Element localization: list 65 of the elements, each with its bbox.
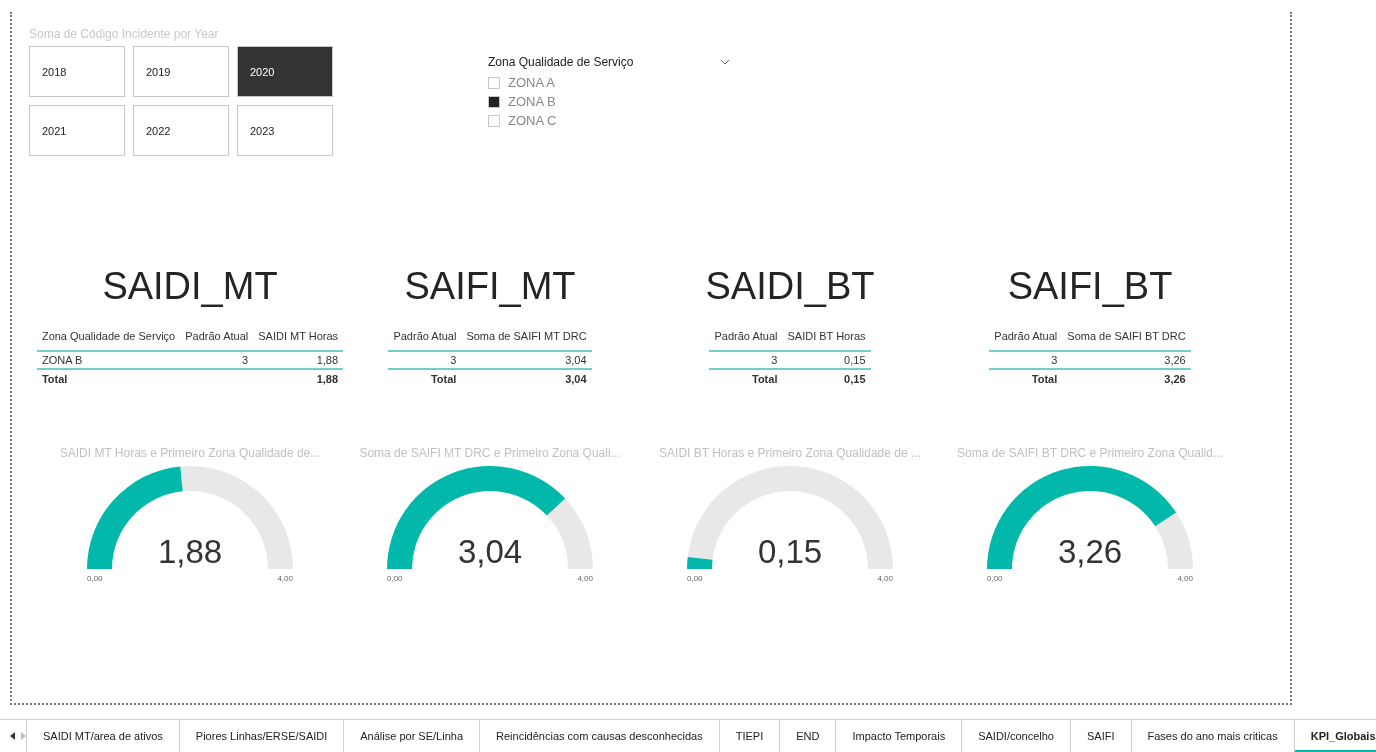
zone-label: ZONA C [508, 113, 557, 128]
gauge-title: Soma de SAIFI MT DRC e Primeiro Zona Quali... [359, 446, 621, 460]
table-cell: 3 [388, 351, 462, 369]
total-label: Total [1031, 373, 1058, 385]
gauge-min-label: 0,00 [687, 574, 703, 583]
total-label: Total [41, 373, 68, 385]
year-tile[interactable]: 2018 [29, 46, 125, 97]
gauge-title: Soma de SAIFI BT DRC e Primeiro Zona Qualid... [957, 446, 1223, 460]
zone-label: ZONA B [508, 94, 556, 109]
year-tile[interactable]: 2019 [133, 46, 229, 97]
gauge-title: SAIDI BT Horas e Primeiro Zona Qualidade de ... [659, 446, 921, 460]
table-cell: 3 [709, 351, 783, 369]
column-header: SAIDI MT Horas [253, 326, 344, 351]
gauge-value: 3,26 [1057, 535, 1123, 568]
gauge-min-label: 0,00 [387, 574, 403, 583]
gauge-max-label: 4,00 [877, 574, 893, 583]
column-header: Soma de SAIFI MT DRC [461, 326, 592, 351]
year-tile[interactable]: 2020 [237, 46, 333, 97]
gauge-min-label: 0,00 [87, 574, 103, 583]
year-tile[interactable]: 2023 [237, 105, 333, 156]
gauge-min-label: 0,00 [987, 574, 1003, 583]
table-cell: 1,88 [253, 351, 344, 369]
gauge-max-label: 4,00 [1177, 574, 1193, 583]
previous-icon[interactable] [10, 732, 15, 740]
column-header: SAIDI BT Horas [782, 326, 871, 351]
slicer-title: Zona Qualidade de Serviço [488, 55, 634, 69]
gauge-value: 1,88 [157, 535, 223, 568]
table-cell: ZONA B [36, 351, 181, 369]
total-label: Total [430, 373, 457, 385]
total-value: 1,88 [316, 373, 339, 385]
total-value: 0,15 [844, 373, 866, 385]
checkbox[interactable] [488, 76, 500, 89]
table-cell: 0,15 [782, 351, 871, 369]
kpi-title: SAIFI_BT [1007, 264, 1173, 309]
checkbox[interactable] [488, 114, 500, 127]
total-value: 3,04 [565, 373, 587, 385]
checkbox[interactable] [488, 95, 500, 108]
year-tile[interactable]: 2021 [29, 105, 125, 156]
table-cell: 3 [180, 351, 254, 369]
column-header: Zona Qualidade de Serviço [36, 326, 181, 351]
gauge-max-label: 4,00 [277, 574, 293, 583]
table-cell: 3 [989, 351, 1063, 369]
total-label: Total [752, 373, 778, 385]
chevron-down-icon[interactable] [720, 59, 730, 65]
page-tab[interactable]: KPI_Globais [1293, 720, 1376, 752]
column-header: Padrão Atual [388, 326, 462, 351]
gauge-max-label: 4,00 [577, 574, 593, 583]
gauge-title: SAIDI MT Horas e Primeiro Zona Qualidade de... [59, 446, 321, 460]
gauge-track [1155, 512, 1193, 569]
gauge-track [546, 498, 593, 569]
table-cell: 3,26 [1062, 351, 1191, 369]
column-header: Padrão Atual [989, 326, 1063, 351]
year-tile[interactable]: 2022 [133, 105, 229, 156]
table-cell: 3,04 [461, 351, 592, 369]
total-value: 3,26 [1164, 373, 1186, 385]
column-header: Padrão Atual [709, 326, 783, 351]
column-header: Padrão Atual [180, 326, 254, 351]
zone-label: ZONA A [508, 75, 555, 90]
gauge-fill [687, 556, 713, 569]
kpi-title: SAIDI_MT [102, 264, 278, 309]
gauge-value: 0,15 [757, 535, 823, 568]
gauge-value: 3,04 [457, 535, 523, 568]
kpi-title: SAIDI_BT [705, 264, 875, 309]
column-header: Soma de SAIFI BT DRC [1062, 326, 1191, 351]
kpi-title: SAIFI_MT [404, 264, 576, 309]
